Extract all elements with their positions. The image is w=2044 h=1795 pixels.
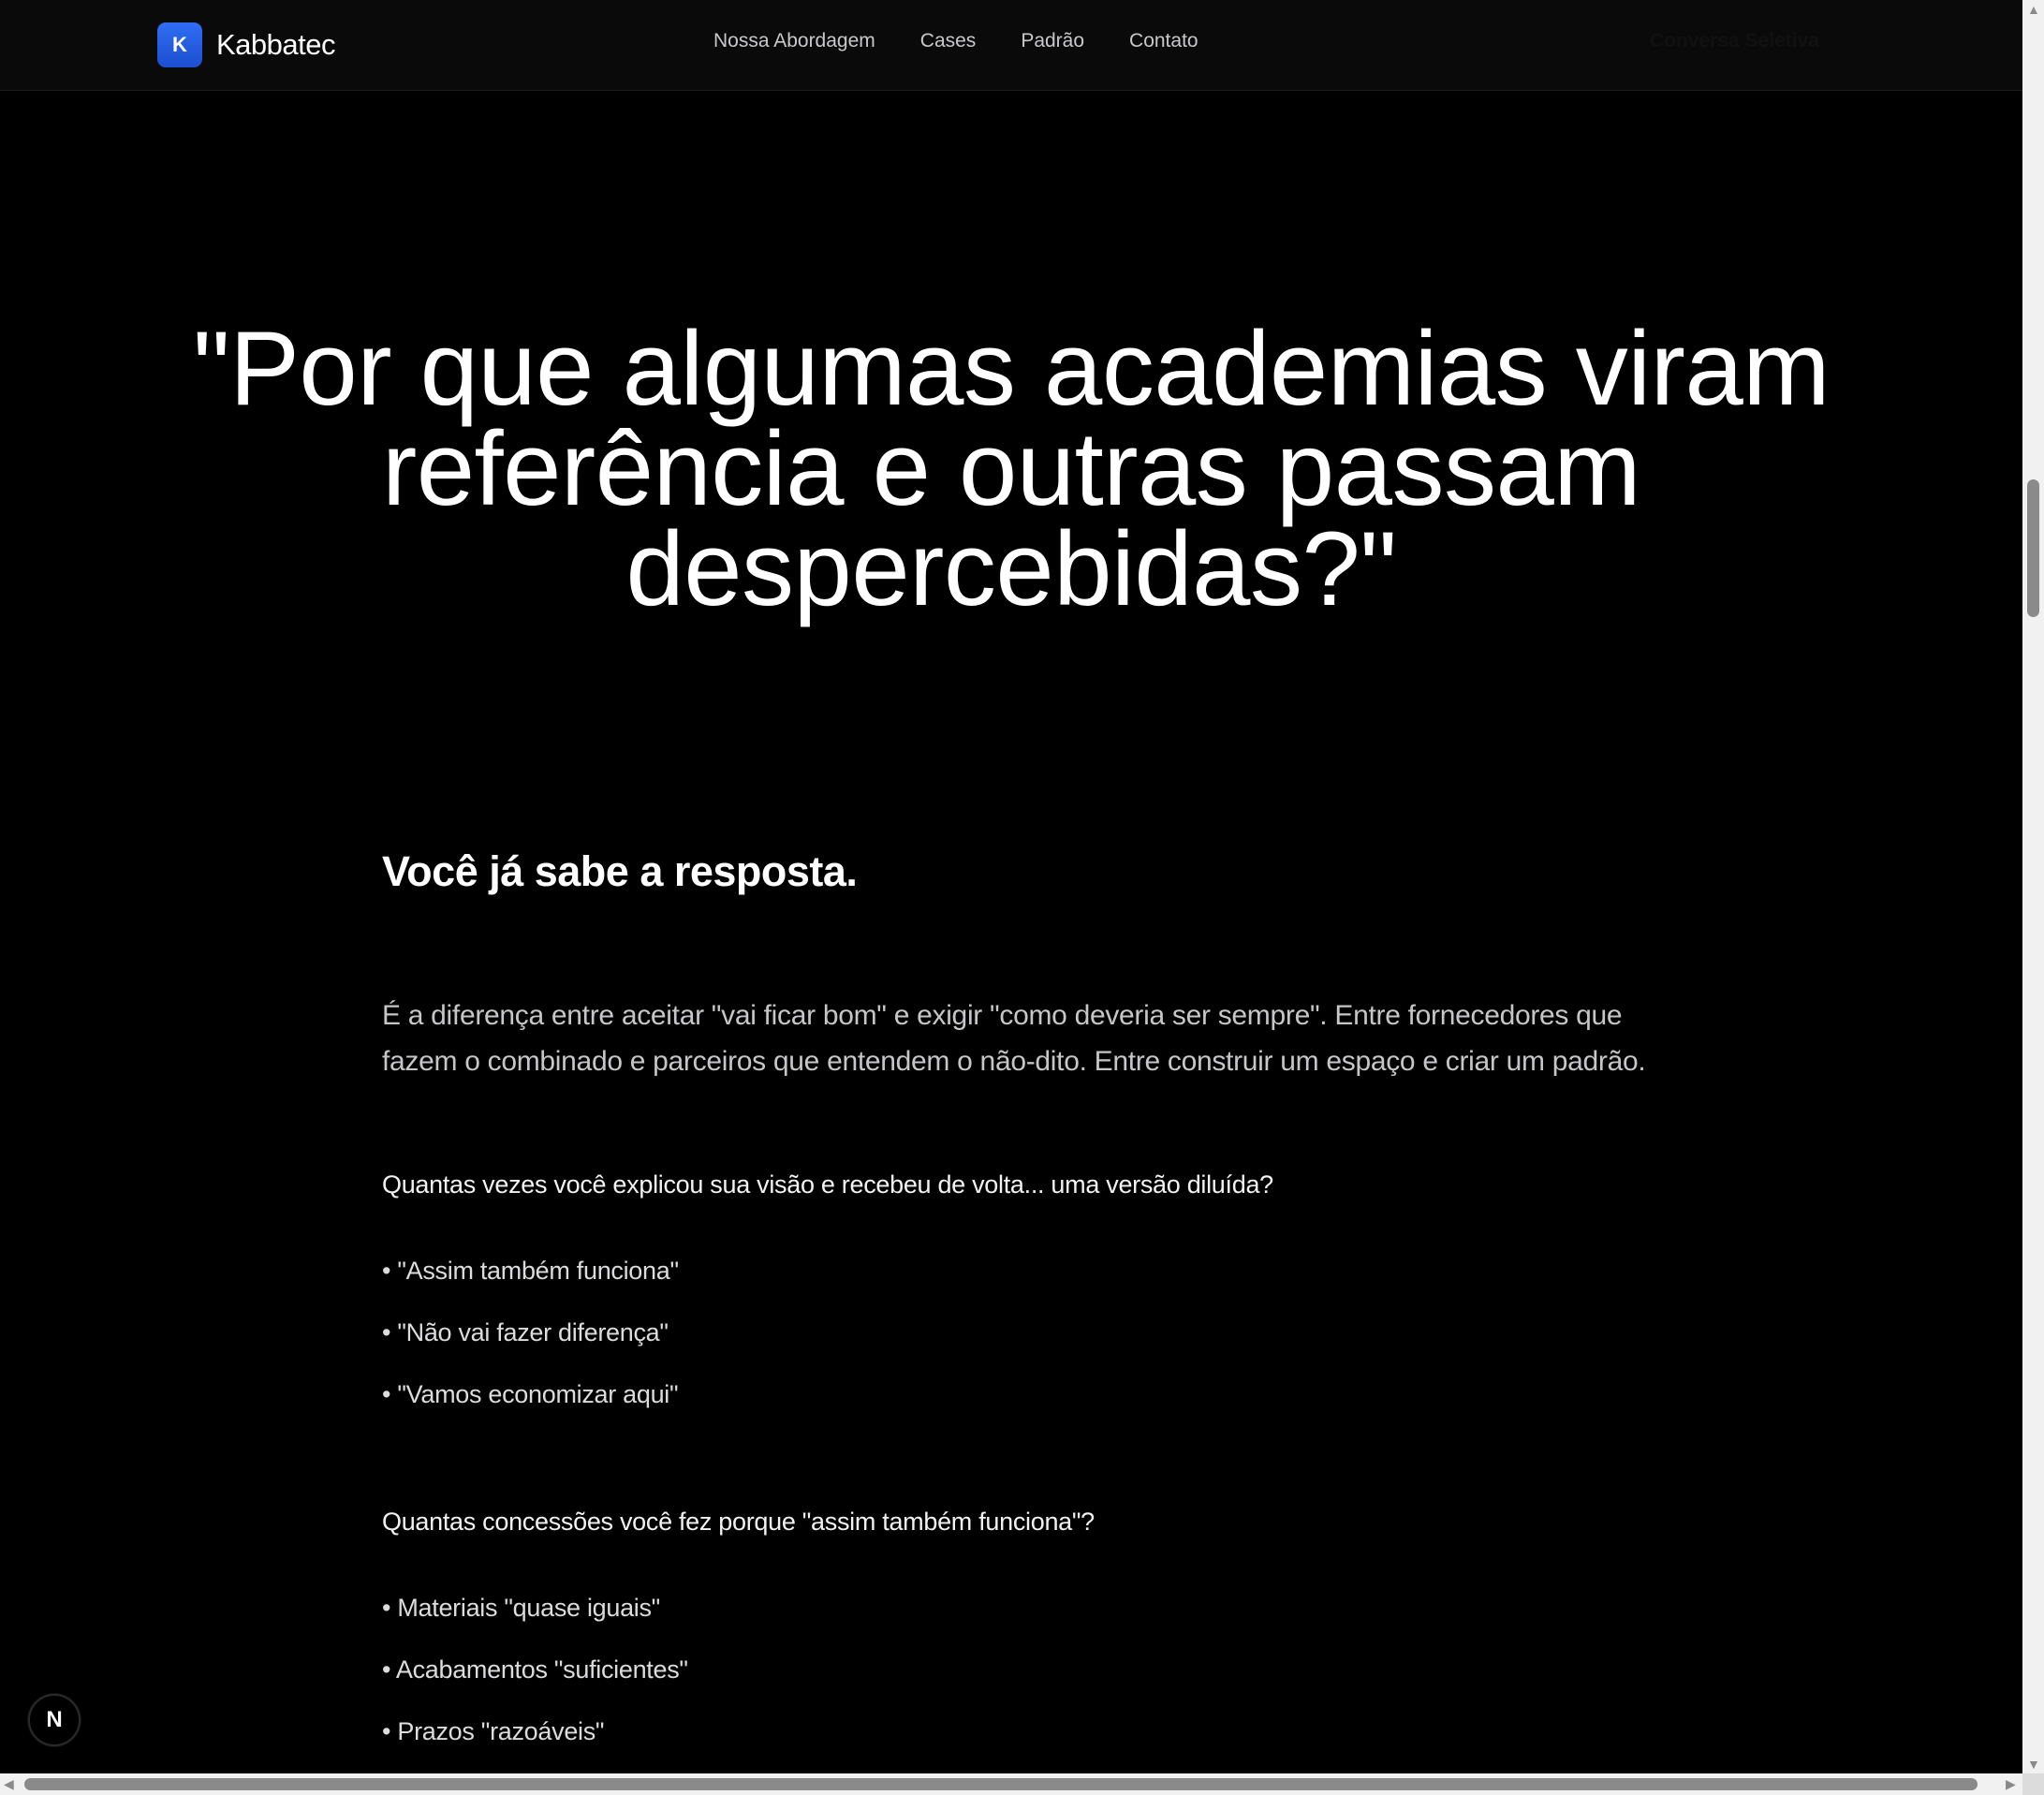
brand-name: Kabbatec — [216, 28, 336, 61]
vertical-scrollbar[interactable]: ▲ ▼ — [2022, 0, 2044, 1773]
brand-logo[interactable]: K Kabbatec — [157, 22, 336, 67]
nav-link-cases[interactable]: Cases — [920, 30, 977, 52]
hero-heading: "Por que algumas academias viram referên… — [169, 316, 1854, 622]
cta-button[interactable]: Conversa Seletiva — [1650, 30, 1819, 52]
intro-paragraph: É a diferença entre aceitar "vai ficar b… — [382, 993, 1655, 1084]
nav-link-contato[interactable]: Contato — [1129, 30, 1198, 52]
nav-link-padrao[interactable]: Padrão — [1021, 30, 1084, 52]
list-2: Materiais "quase iguais" Acabamentos "su… — [382, 1594, 688, 1773]
brand-icon: K — [157, 22, 202, 67]
nextjs-badge-button[interactable]: N — [28, 1694, 81, 1746]
question-1: Quantas vezes você explicou sua visão e … — [382, 1170, 1273, 1199]
scroll-left-arrow-icon[interactable]: ◀ — [4, 1777, 14, 1790]
list-item: Materiais "quase iguais" — [382, 1594, 688, 1655]
list-item: Acabamentos "suficientes" — [382, 1655, 688, 1717]
scroll-right-arrow-icon[interactable]: ▶ — [2006, 1777, 2016, 1790]
nav-links: Nossa Abordagem Cases Padrão Contato — [713, 30, 1243, 52]
section-subheading: Você já sabe a resposta. — [382, 847, 858, 895]
content-section: Você já sabe a resposta. É a diferença e… — [382, 847, 1655, 1745]
scrollbar-corner — [2022, 1773, 2044, 1795]
nav-link-abordagem[interactable]: Nossa Abordagem — [713, 30, 875, 52]
list-1: "Assim também funciona" "Não vai fazer d… — [382, 1257, 679, 1442]
question-2: Quantas concessões você fez porque "assi… — [382, 1508, 1095, 1536]
page: K Kabbatec Nossa Abordagem Cases Padrão … — [0, 0, 2022, 1773]
list-item: "Não vai fazer diferença" — [382, 1318, 679, 1380]
top-navbar: K Kabbatec Nossa Abordagem Cases Padrão … — [0, 0, 2022, 91]
intro-line-2: fazem o combinado e parceiros que entend… — [382, 1046, 1646, 1077]
scroll-down-arrow-icon[interactable]: ▼ — [2027, 1758, 2040, 1771]
intro-line-1: É a diferença entre aceitar "vai ficar b… — [382, 1000, 1623, 1031]
list-item: Prazos "razoáveis" — [382, 1717, 688, 1773]
horizontal-scrollbar[interactable]: ◀ ▶ — [0, 1773, 2022, 1795]
list-item: "Vamos economizar aqui" — [382, 1380, 679, 1442]
list-item: "Assim também funciona" — [382, 1257, 679, 1318]
horizontal-scrollbar-thumb[interactable] — [24, 1778, 1978, 1790]
hero-line-3: despercebidas?" — [625, 510, 1397, 627]
scroll-up-arrow-icon[interactable]: ▲ — [2027, 3, 2040, 16]
vertical-scrollbar-thumb[interactable] — [2027, 479, 2039, 617]
